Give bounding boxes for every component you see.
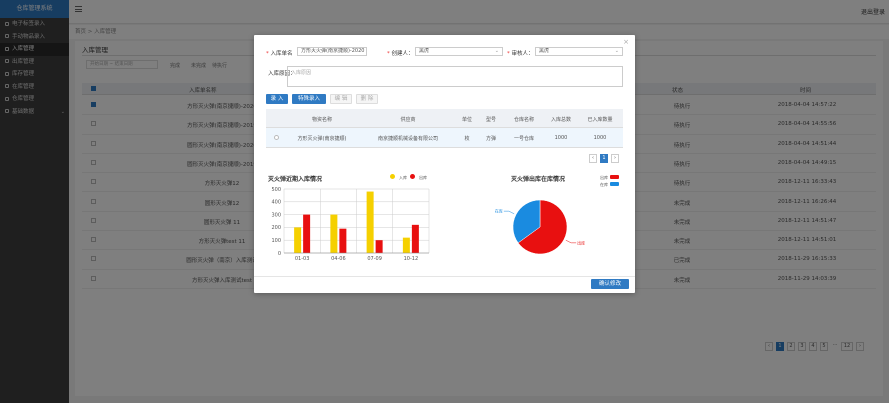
edit-button[interactable]: 编 辑 [330, 94, 352, 104]
legend-in-swatch [390, 174, 395, 179]
x-tick-label: 07-09 [367, 256, 382, 262]
mheader-supplier: 供应商 [400, 117, 416, 123]
bar-chart: 0 100 200 300 400 500 01-03 04-06 07-09 10-12 [271, 187, 430, 262]
order-name-label-text: 入库单名 [270, 51, 293, 57]
legend-pie-in-swatch [610, 182, 619, 186]
mcell-total: 1000 [554, 135, 568, 141]
bar-out [303, 214, 311, 253]
order-name-input[interactable]: 方形灭火弹(南京捷顺)-2020 [297, 47, 367, 56]
chevron-down-icon: ⌄ [494, 48, 499, 54]
legend-pie-out-swatch [610, 175, 619, 179]
mheader-stocked: 已入库数量 [587, 117, 613, 123]
close-icon[interactable]: × [623, 38, 629, 46]
y-tick-label: 500 [271, 187, 281, 193]
bar-in [294, 227, 302, 253]
order-name-label: * 入库单名 [266, 51, 293, 57]
auditor-label-text: 审核人： [511, 51, 534, 57]
y-tick-label: 0 [278, 251, 281, 257]
pie-label-line [565, 239, 577, 244]
bar-out [339, 228, 347, 253]
creator-label-text: 创建人： [391, 51, 414, 57]
row-radio[interactable] [274, 135, 279, 140]
delete-button[interactable]: 删 除 [356, 94, 378, 104]
mheader-item: 物资名称 [311, 117, 332, 123]
modal-page-1-button[interactable]: 1 [600, 154, 608, 163]
bar-in [330, 214, 338, 253]
mcell-model: 方弹 [485, 136, 496, 142]
pie-chart-title: 灭火弹出库在库情况 [511, 176, 566, 183]
modal-footer-divider [254, 276, 635, 277]
x-tick-label: 04-06 [331, 256, 346, 262]
reason-textarea[interactable]: 入库原因 [287, 66, 623, 87]
auditor-select[interactable]: 黑虎 ⌄ [535, 47, 623, 56]
auditor-label: * 审核人： [507, 51, 534, 57]
creator-label: * 创建人： [387, 51, 414, 57]
bar-in [366, 191, 374, 253]
confirm-button[interactable]: 确认修改 [591, 279, 629, 289]
x-tick-label: 01-03 [295, 256, 310, 262]
legend-in-label: 入库 [399, 174, 407, 180]
mheader-total: 入库总数 [550, 117, 571, 123]
pie-chart: 出库 在库 [495, 199, 585, 255]
mheader-unit: 单位 [461, 117, 472, 123]
creator-select[interactable]: 黑虎 ⌄ [415, 47, 503, 56]
mheader-model: 型号 [485, 117, 496, 123]
legend-pie-out-label: 出库 [600, 174, 608, 180]
bar-chart-title: 灭火弹近期入库情况 [268, 176, 323, 183]
legend-pie-in-label: 在库 [600, 181, 608, 187]
y-tick-label: 400 [271, 200, 281, 206]
modal-next-page-button[interactable]: › [611, 154, 619, 163]
legend-out-label: 出库 [419, 174, 427, 180]
mheader-warehouse: 仓库名称 [513, 117, 534, 123]
mcell-unit: 枚 [464, 136, 470, 142]
modal-table-header: 物资名称 供应商 单位 型号 仓库名称 入库总数 已入库数量 [266, 109, 623, 128]
mcell-stocked: 1000 [593, 135, 607, 141]
legend-out-swatch [410, 174, 415, 179]
special-enter-button[interactable]: 特殊录入 [292, 94, 326, 104]
pie-label-line [503, 210, 515, 215]
bar-in [402, 237, 410, 253]
modal-table-row[interactable]: 方形灭火弹(南京捷顺) 南京捷顺机械设备有限公司 枚 方弹 一号仓库 1000 … [266, 128, 623, 148]
mcell-supplier: 南京捷顺机械设备有限公司 [377, 136, 438, 142]
bar-out [411, 224, 419, 253]
y-tick-label: 300 [271, 212, 281, 218]
mcell-warehouse: 一号仓库 [513, 136, 534, 142]
pie-slice-label: 出库 [577, 239, 585, 245]
auditor-value: 黑虎 [539, 48, 550, 54]
pie-slice-label: 在库 [495, 208, 503, 214]
bar-out [375, 240, 383, 253]
enter-button[interactable]: 录 入 [266, 94, 288, 104]
chevron-down-icon: ⌄ [614, 48, 619, 54]
y-tick-label: 100 [271, 238, 281, 244]
edit-order-modal: × * 入库单名 方形灭火弹(南京捷顺)-2020 * 创建人： 黑虎 ⌄ * 审… [254, 35, 635, 293]
x-tick-label: 10-12 [404, 256, 419, 262]
modal-prev-page-button[interactable]: ‹ [589, 154, 597, 163]
creator-value: 黑虎 [419, 48, 430, 54]
mcell-item: 方形灭火弹(南京捷顺) [297, 136, 347, 142]
y-tick-label: 200 [271, 225, 281, 231]
